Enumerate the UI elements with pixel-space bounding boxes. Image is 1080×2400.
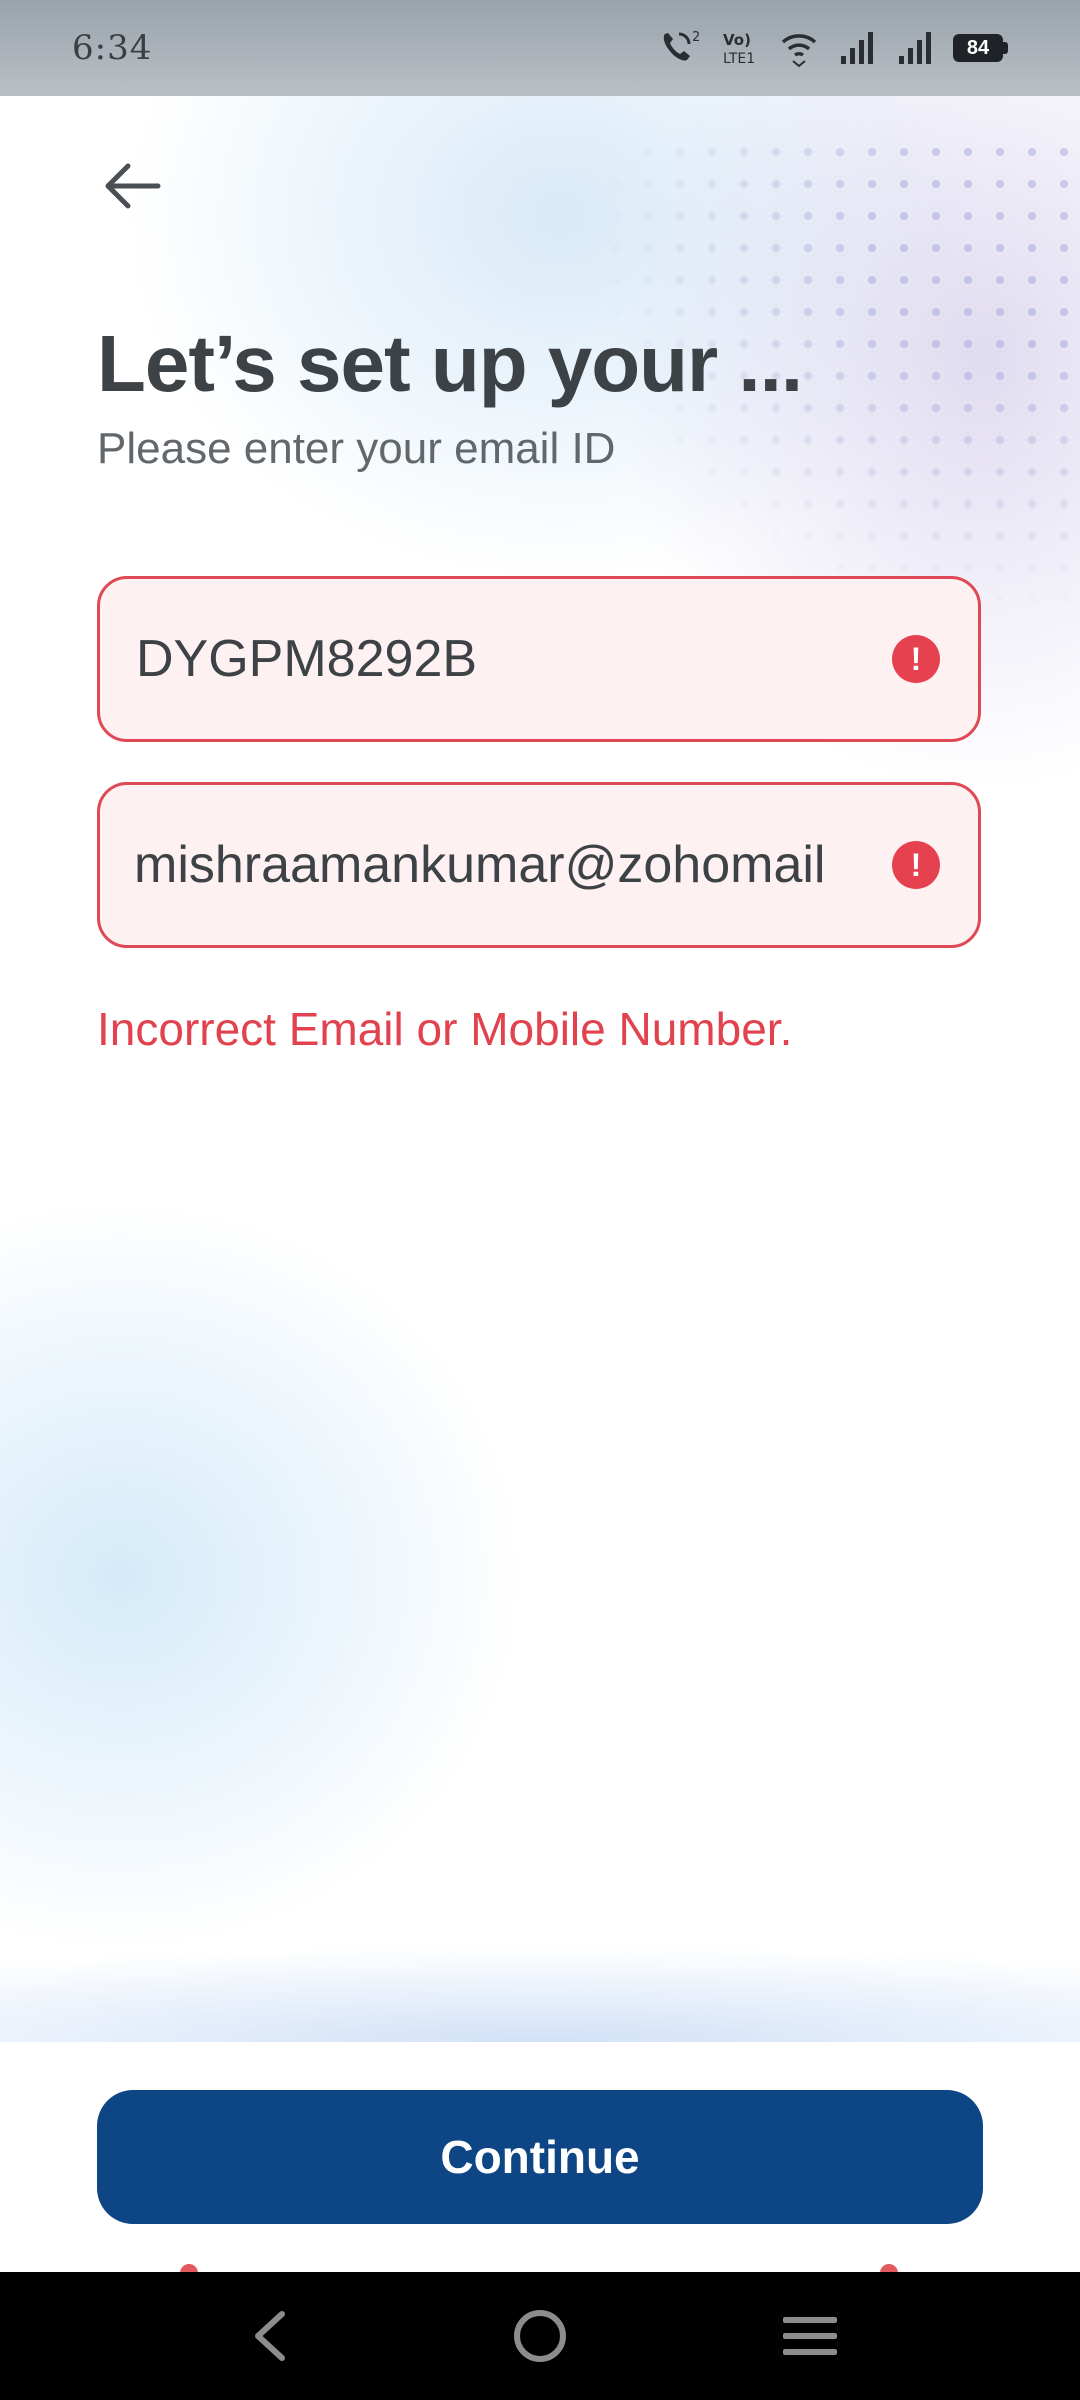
error-icon: ! (892, 841, 940, 889)
nav-back-button[interactable] (230, 2296, 310, 2376)
call-icon: 2 (657, 28, 703, 68)
id-field[interactable]: ! (97, 576, 981, 742)
bottom-panel: Continue (0, 2042, 1080, 2282)
email-input[interactable] (134, 785, 894, 945)
battery-level: 84 (953, 34, 1003, 62)
menu-icon (783, 2317, 837, 2355)
email-field[interactable]: ! (97, 782, 981, 948)
navigation-bar (0, 2272, 1080, 2400)
volte-icon: Vo) LTE1 (721, 28, 761, 68)
svg-text:2: 2 (692, 30, 700, 45)
error-icon: ! (892, 635, 940, 683)
status-time: 6:34 (72, 28, 153, 68)
status-bar: 6:34 2 Vo) LTE1 84 (0, 0, 1080, 96)
id-input[interactable] (136, 579, 876, 739)
screen: 6:34 2 Vo) LTE1 84 Let’s set up your ...… (0, 0, 1080, 2400)
continue-button[interactable]: Continue (97, 2090, 983, 2224)
nav-home-button[interactable] (500, 2296, 580, 2376)
back-button[interactable] (88, 146, 176, 226)
signal-icon (895, 28, 935, 68)
page-subtitle: Please enter your email ID (97, 424, 616, 473)
page-title: Let’s set up your ... (97, 319, 803, 408)
status-icons: 2 Vo) LTE1 84 (657, 28, 1008, 68)
error-message: Incorrect Email or Mobile Number. (97, 1003, 793, 1055)
svg-text:Vo): Vo) (723, 31, 751, 49)
svg-text:LTE1: LTE1 (723, 51, 755, 67)
home-icon (514, 2310, 566, 2362)
arrow-left-icon (105, 163, 161, 209)
wifi-icon (779, 28, 819, 68)
back-icon (255, 2311, 285, 2361)
battery-icon: 84 (953, 34, 1008, 62)
nav-menu-button[interactable] (770, 2296, 850, 2376)
main-content: Let’s set up your ... Please enter your … (0, 96, 1080, 2042)
signal-icon (837, 28, 877, 68)
battery-cap (1003, 42, 1008, 54)
